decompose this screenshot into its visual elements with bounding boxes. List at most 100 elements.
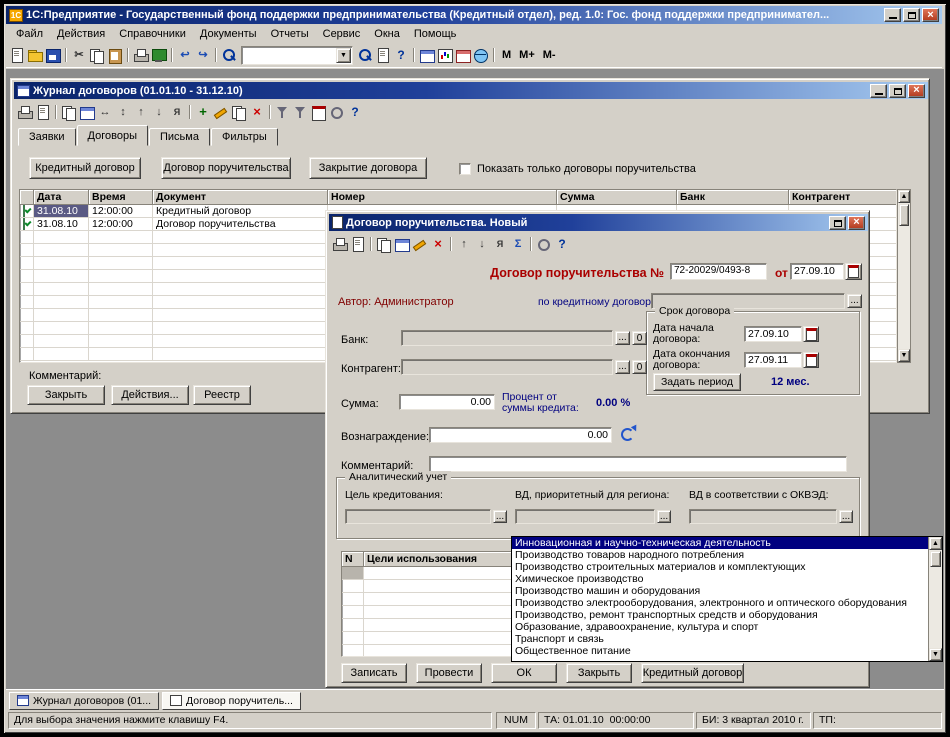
dropdown-item[interactable]: Производство, ремонт транспортных средст…: [512, 609, 928, 621]
settings-icon[interactable]: [535, 236, 553, 252]
journal-maximize-icon[interactable]: [889, 83, 906, 98]
help-icon[interactable]: [553, 236, 571, 252]
dialog-comment-field[interactable]: [429, 456, 847, 472]
move-down-icon[interactable]: [473, 236, 491, 252]
table-icon[interactable]: [418, 47, 436, 63]
column-width-icon[interactable]: [96, 104, 114, 120]
menu-reports[interactable]: Отчеты: [264, 26, 316, 42]
sum-icon[interactable]: [509, 236, 527, 252]
exchange-icon[interactable]: [454, 47, 472, 63]
goal-field[interactable]: [345, 509, 491, 524]
find-in-document-icon[interactable]: [374, 47, 392, 63]
menu-documents[interactable]: Документы: [193, 26, 264, 42]
goal-picker-button[interactable]: ...: [493, 510, 507, 523]
structure-icon[interactable]: [78, 104, 96, 120]
report-icon[interactable]: [436, 47, 454, 63]
sort-icon[interactable]: [168, 104, 186, 120]
globe-icon[interactable]: [472, 47, 490, 63]
memory-button[interactable]: М: [498, 46, 515, 64]
dialog-close-icon[interactable]: [848, 215, 865, 230]
copy-icon[interactable]: [375, 236, 393, 253]
structure-icon[interactable]: [393, 236, 411, 252]
close-button[interactable]: Закрыть: [27, 385, 105, 405]
credit-contract-button[interactable]: Кредитный договор: [29, 157, 141, 179]
settings-icon[interactable]: [328, 104, 346, 120]
print-icon[interactable]: [16, 104, 34, 120]
dialog-titlebar[interactable]: Договор поручительства. Новый: [329, 214, 868, 231]
save-icon[interactable]: [44, 47, 62, 63]
ok-button[interactable]: ОК: [491, 663, 557, 683]
scroll-up-icon[interactable]: ▲: [898, 190, 910, 203]
set-period-button[interactable]: Задать период: [653, 373, 741, 391]
start-date-field[interactable]: 27.09.10: [744, 326, 802, 342]
preview-icon[interactable]: [34, 104, 52, 120]
dialog-close-button[interactable]: Закрыть: [566, 663, 632, 683]
print-icon[interactable]: [331, 236, 349, 252]
preview-icon[interactable]: [349, 236, 367, 252]
monitor-icon[interactable]: [150, 47, 168, 63]
contractor-picker-button[interactable]: ...: [615, 360, 630, 374]
okved-field[interactable]: [689, 509, 837, 524]
delete-icon[interactable]: [429, 236, 447, 252]
bank-field[interactable]: [401, 330, 613, 346]
move-up-icon[interactable]: [132, 104, 150, 120]
sum-field[interactable]: 0.00: [399, 394, 495, 410]
dialog-maximize-icon[interactable]: [829, 215, 846, 230]
delete-icon[interactable]: [248, 104, 266, 120]
help-icon[interactable]: [392, 47, 410, 63]
toolbar-combobox[interactable]: [241, 45, 353, 65]
okved-picker-button[interactable]: ...: [839, 510, 853, 523]
new-icon[interactable]: [8, 47, 26, 63]
dropdown-scrollbar[interactable]: ▲ ▼: [928, 537, 942, 661]
journal-close-icon[interactable]: [908, 83, 925, 98]
dropdown-item[interactable]: Производство строительных материалов и к…: [512, 561, 928, 573]
credit-contract-button[interactable]: Кредитный договор: [641, 663, 744, 683]
scroll-down-icon[interactable]: ▼: [929, 648, 942, 661]
filter-clear-icon[interactable]: [292, 104, 310, 120]
menu-catalogs[interactable]: Справочники: [112, 26, 193, 42]
calendar-icon[interactable]: [803, 352, 819, 368]
move-down-icon[interactable]: [150, 104, 168, 120]
actions-button[interactable]: Действия...: [111, 385, 189, 405]
contract-number-field[interactable]: 72-20029/0493-8: [670, 263, 767, 280]
dropdown-item[interactable]: Химическое производство: [512, 573, 928, 585]
tab-zayavki[interactable]: Заявки: [18, 128, 76, 146]
dropdown-item[interactable]: Производство товаров народного потреблен…: [512, 549, 928, 561]
close-icon[interactable]: [922, 8, 939, 22]
add-icon[interactable]: [194, 104, 212, 120]
journal-titlebar[interactable]: Журнал договоров (01.01.10 - 31.12.10): [14, 82, 928, 99]
paste-icon[interactable]: [106, 47, 124, 64]
maximize-icon[interactable]: [903, 8, 920, 22]
menu-service[interactable]: Сервис: [316, 26, 368, 42]
scroll-thumb[interactable]: [930, 551, 941, 567]
cut-icon[interactable]: [70, 47, 88, 63]
refresh-icon[interactable]: [619, 426, 637, 442]
find-next-icon[interactable]: [356, 47, 374, 63]
calendar-icon[interactable]: [845, 263, 862, 280]
only-surety-checkbox[interactable]: [459, 163, 471, 175]
row-height-icon[interactable]: [114, 104, 132, 120]
journal-minimize-icon[interactable]: [870, 83, 887, 98]
undo-icon[interactable]: [176, 47, 194, 63]
post-button[interactable]: Провести: [416, 663, 482, 683]
dropdown-item[interactable]: Инновационная и научно-техническая деяте…: [512, 537, 928, 549]
edit-icon[interactable]: [212, 104, 230, 120]
okved-dropdown[interactable]: Инновационная и научно-техническая деяте…: [511, 536, 943, 662]
minimize-icon[interactable]: [884, 8, 901, 22]
find-icon[interactable]: [220, 47, 238, 63]
dropdown-item[interactable]: Производство машин и оборудования: [512, 585, 928, 597]
surety-contract-button[interactable]: Договор поручительства: [161, 157, 291, 179]
window-tab-dialog[interactable]: Договор поручитель...: [162, 691, 301, 710]
memory-minus-button[interactable]: М-: [539, 46, 560, 64]
edit-icon[interactable]: [411, 236, 429, 252]
scroll-thumb[interactable]: [899, 204, 909, 226]
contract-date-field[interactable]: 27.09.10: [790, 263, 844, 280]
scroll-up-icon[interactable]: ▲: [929, 537, 942, 550]
save-button[interactable]: Записать: [341, 663, 407, 683]
interval-icon[interactable]: [310, 104, 328, 121]
calendar-icon[interactable]: [803, 326, 819, 342]
window-tab-journal[interactable]: Журнал договоров (01...: [9, 691, 160, 710]
bank-picker-button[interactable]: ...: [615, 331, 630, 345]
copy-icon[interactable]: [88, 47, 106, 64]
end-date-field[interactable]: 27.09.11: [744, 352, 802, 368]
